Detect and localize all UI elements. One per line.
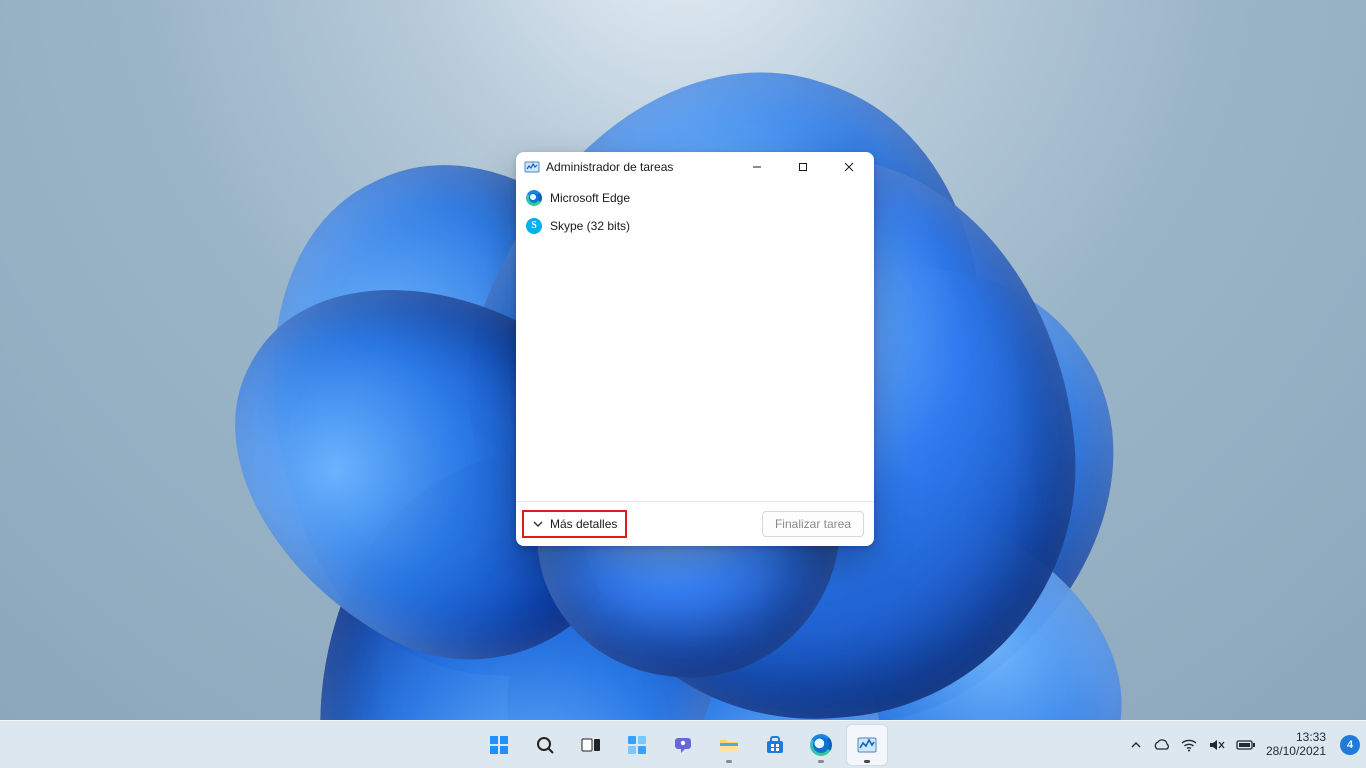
task-manager-button[interactable] [847,725,887,765]
date-label: 28/10/2021 [1266,745,1326,759]
notification-badge[interactable]: 4 [1340,735,1360,755]
task-label: Microsoft Edge [550,191,630,205]
minimize-button[interactable] [734,152,780,182]
battery-icon[interactable] [1236,739,1256,751]
search-button[interactable] [525,725,565,765]
chevron-down-icon [532,518,544,530]
task-view-button[interactable] [571,725,611,765]
task-label: Skype (32 bits) [550,219,630,233]
tray-overflow-icon[interactable] [1130,739,1142,751]
time-label: 13:33 [1266,731,1326,745]
more-details-label: Más detalles [550,517,617,531]
taskbar-right: 13:33 28/10/2021 4 [1130,721,1360,768]
file-explorer-button[interactable] [709,725,749,765]
start-button[interactable] [479,725,519,765]
volume-mute-icon[interactable] [1208,738,1226,752]
taskbar[interactable]: 13:33 28/10/2021 4 [0,720,1366,768]
task-list[interactable]: Microsoft Edge S Skype (32 bits) [516,182,874,501]
wifi-icon[interactable] [1180,738,1198,752]
task-manager-window[interactable]: Administrador de tareas Microsoft Edge S… [516,152,874,546]
system-tray[interactable] [1130,738,1256,752]
window-title: Administrador de tareas [546,160,734,174]
edge-icon [526,190,542,206]
taskbar-center [479,725,887,765]
edge-icon [810,734,832,756]
task-row-skype[interactable]: S Skype (32 bits) [520,212,870,240]
edge-button[interactable] [801,725,841,765]
titlebar[interactable]: Administrador de tareas [516,152,874,182]
window-footer: Más detalles Finalizar tarea [516,501,874,546]
close-button[interactable] [826,152,872,182]
maximize-button[interactable] [780,152,826,182]
end-task-button[interactable]: Finalizar tarea [762,511,864,537]
widgets-button[interactable] [617,725,657,765]
onedrive-icon[interactable] [1152,738,1170,752]
task-manager-icon [524,159,540,175]
chat-button[interactable] [663,725,703,765]
clock[interactable]: 13:33 28/10/2021 [1266,731,1326,759]
skype-icon: S [526,218,542,234]
ms-store-button[interactable] [755,725,795,765]
more-details-button[interactable]: Más detalles [522,510,627,538]
task-row-edge[interactable]: Microsoft Edge [520,184,870,212]
